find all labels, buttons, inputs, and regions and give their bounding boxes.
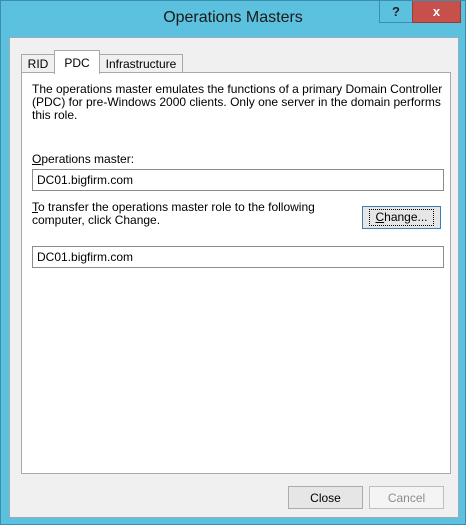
role-description: The operations master emulates the funct… [32,82,443,122]
tab-rid[interactable]: RID [21,54,55,73]
dialog-client-area: RID PDC Infrastructure The operations ma… [9,37,459,518]
operations-master-label: Operations master: [32,153,134,166]
operations-master-label-access-key: O [32,152,42,166]
tab-infrastructure[interactable]: Infrastructure [99,54,183,73]
help-button[interactable]: ? [379,1,413,23]
tab-pdc[interactable]: PDC [54,50,100,74]
help-icon: ? [392,4,400,19]
dialog-window: Operations Masters ? x RID PDC Infrastru… [0,0,466,525]
change-button-label: Change... [369,209,434,226]
window-close-button[interactable]: x [412,1,461,23]
close-icon: x [432,4,441,19]
close-button[interactable]: Close [288,486,363,509]
transfer-label-text: o transfer the operations master role to… [32,200,315,227]
operations-master-label-text: perations master: [41,152,135,166]
change-button[interactable]: Change... [362,206,441,229]
operations-master-field[interactable]: DC01.bigfirm.com [32,169,444,191]
change-access-key: C [375,210,385,224]
change-button-text: hange... [384,210,428,224]
transfer-instruction-label: To transfer the operations master role t… [32,201,344,227]
title-bar[interactable]: Operations Masters ? x [1,1,465,37]
tab-panel-pdc: The operations master emulates the funct… [21,72,451,474]
target-server-field[interactable]: DC01.bigfirm.com [32,246,444,268]
cancel-button[interactable]: Cancel [369,486,444,509]
